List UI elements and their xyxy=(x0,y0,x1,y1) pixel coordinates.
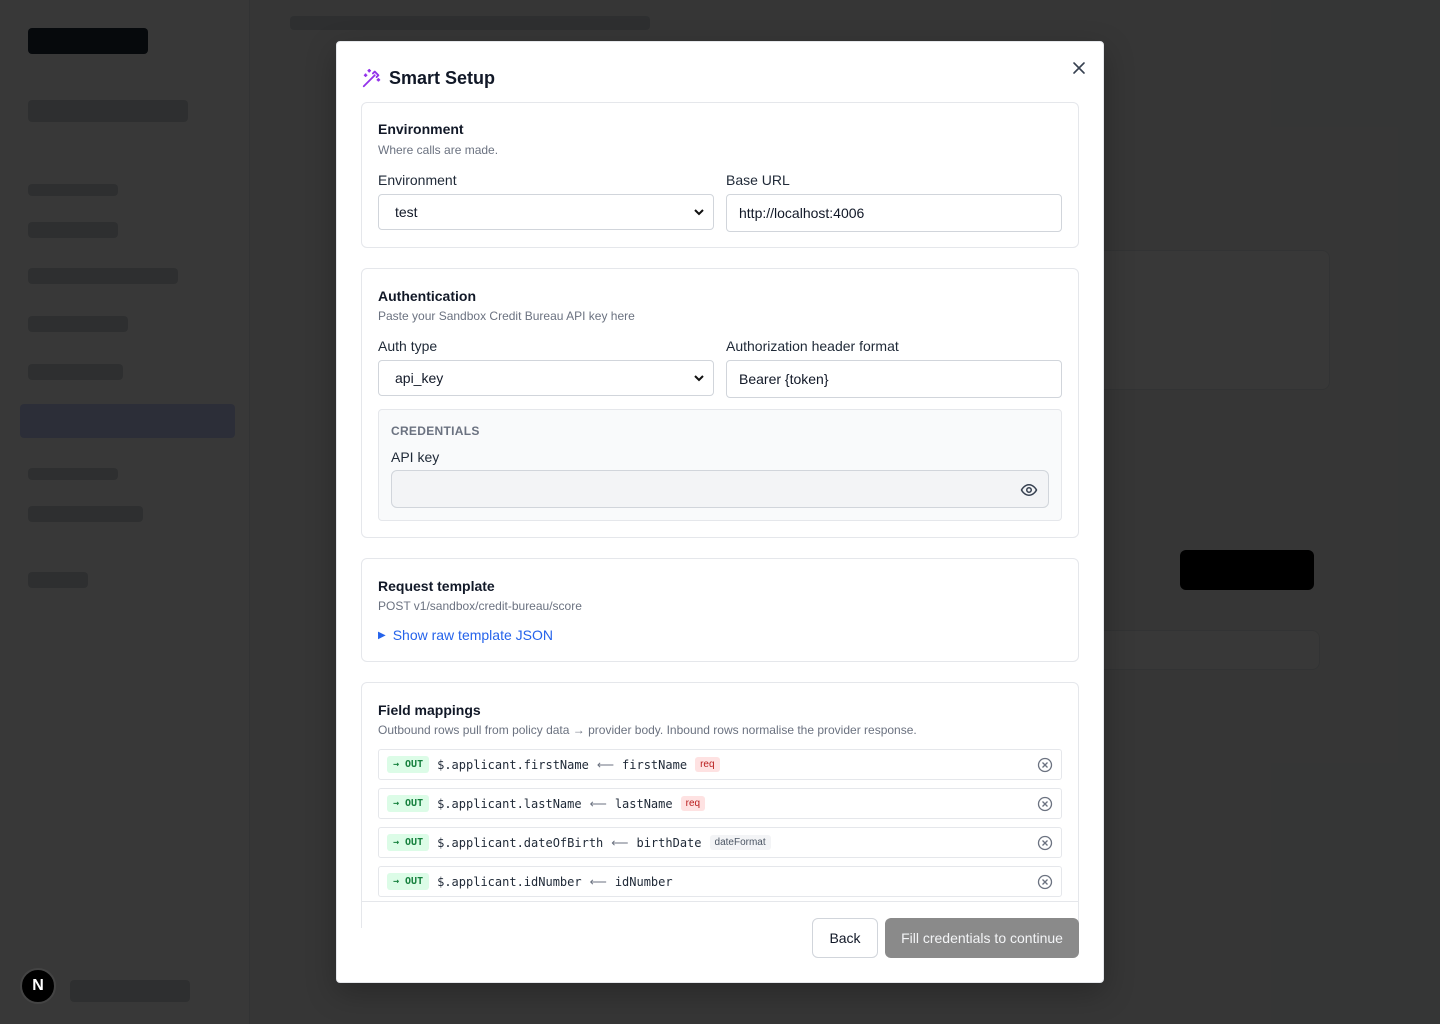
modal-body[interactable]: Environment Where calls are made. Enviro… xyxy=(361,102,1081,928)
section-title: Field mappings xyxy=(378,702,481,718)
magic-wand-icon xyxy=(361,67,383,89)
section-title: Environment xyxy=(378,121,464,137)
header-format-input[interactable]: Bearer {token} xyxy=(726,360,1062,398)
section-subtitle: Paste your Sandbox Credit Bureau API key… xyxy=(378,309,635,323)
toggle-visibility-button[interactable] xyxy=(1020,481,1038,499)
continue-button[interactable]: Fill credentials to continue xyxy=(885,918,1079,958)
mapping-row[interactable]: → OUT $.applicant.dateOfBirth ⟵ birthDat… xyxy=(378,827,1062,858)
direction-badge: → OUT xyxy=(387,834,430,851)
environment-section: Environment Where calls are made. Enviro… xyxy=(361,102,1079,248)
base-url-value: http://localhost:4006 xyxy=(739,205,865,221)
source-field: lastName xyxy=(614,796,673,811)
direction-badge: → OUT xyxy=(387,795,430,812)
credentials-box: CREDENTIALS API key xyxy=(378,409,1062,521)
show-raw-template-label: Show raw template JSON xyxy=(392,627,553,643)
mapping-row[interactable]: → OUT $.applicant.idNumber ⟵ idNumber xyxy=(378,866,1062,897)
base-url-label: Base URL xyxy=(726,172,790,188)
environment-select-value: test xyxy=(395,204,418,220)
modal-header: Smart Setup xyxy=(361,64,1079,92)
arrow-left-icon: ⟵ xyxy=(596,757,615,772)
direction-badge: → OUT xyxy=(387,756,430,773)
remove-circle-icon xyxy=(1037,835,1053,851)
mapping-row[interactable]: → OUT $.applicant.firstName ⟵ firstName … xyxy=(378,749,1062,780)
arrow-left-icon: ⟵ xyxy=(611,835,629,850)
remove-mapping-button[interactable] xyxy=(1037,874,1053,890)
source-field: birthDate xyxy=(636,835,702,850)
authentication-section: Authentication Paste your Sandbox Credit… xyxy=(361,268,1079,538)
base-url-input[interactable]: http://localhost:4006 xyxy=(726,194,1062,232)
remove-mapping-button[interactable] xyxy=(1037,757,1053,773)
credentials-heading: CREDENTIALS xyxy=(391,424,480,438)
required-tag: req xyxy=(695,757,720,772)
close-icon xyxy=(1073,62,1085,74)
target-path: $.applicant.dateOfBirth xyxy=(437,835,604,850)
eye-icon xyxy=(1020,484,1038,496)
api-key-input[interactable] xyxy=(391,470,1049,508)
direction-badge: → OUT xyxy=(387,873,430,890)
arrow-left-icon: ⟵ xyxy=(589,796,607,811)
header-format-value: Bearer {token} xyxy=(739,371,829,387)
remove-mapping-button[interactable] xyxy=(1037,796,1053,812)
mapping-row[interactable]: → OUT $.applicant.lastName ⟵ lastName re… xyxy=(378,788,1062,819)
auth-type-label: Auth type xyxy=(378,338,438,354)
remove-mapping-button[interactable] xyxy=(1037,835,1053,851)
source-field: idNumber xyxy=(614,874,673,889)
back-button[interactable]: Back xyxy=(812,918,878,958)
auth-type-select-value: api_key xyxy=(395,370,444,386)
chevron-down-icon xyxy=(694,375,704,382)
remove-circle-icon xyxy=(1037,874,1053,890)
section-subtitle: Where calls are made. xyxy=(378,143,499,157)
remove-circle-icon xyxy=(1037,757,1053,773)
api-key-label: API key xyxy=(391,449,440,465)
arrow-left-icon: ⟵ xyxy=(589,874,607,889)
remove-circle-icon xyxy=(1037,796,1053,812)
auth-type-select[interactable]: api_key xyxy=(378,360,714,396)
field-mappings-section: Field mappings Outbound rows pull from p… xyxy=(361,682,1079,928)
format-tag: dateFormat xyxy=(709,835,771,850)
section-title: Request template xyxy=(378,578,495,594)
modal-title: Smart Setup xyxy=(389,67,496,88)
section-subtitle: Outbound rows pull from policy data → pr… xyxy=(378,723,917,737)
target-path: $.applicant.lastName xyxy=(437,796,582,811)
header-format-label: Authorization header format xyxy=(726,338,899,354)
section-title: Authentication xyxy=(378,288,476,304)
footer-divider xyxy=(361,901,1079,902)
disclosure-triangle-icon: ▶ xyxy=(378,629,386,641)
close-button[interactable] xyxy=(1069,58,1089,78)
environment-select[interactable]: test xyxy=(378,194,714,230)
request-template-section: Request template POST v1/sandbox/credit-… xyxy=(361,558,1079,662)
chevron-down-icon xyxy=(694,209,704,216)
section-subtitle: POST v1/sandbox/credit-bureau/score xyxy=(378,599,582,613)
required-tag: req xyxy=(680,796,706,811)
smart-setup-modal: Smart Setup Environment Where calls are … xyxy=(336,41,1104,983)
source-field: firstName xyxy=(622,757,688,772)
target-path: $.applicant.idNumber xyxy=(437,874,582,889)
target-path: $.applicant.firstName xyxy=(437,757,589,772)
environment-label: Environment xyxy=(378,172,457,188)
show-raw-template-toggle[interactable]: ▶ Show raw template JSON xyxy=(378,627,553,643)
next-badge[interactable]: N xyxy=(20,968,56,1004)
